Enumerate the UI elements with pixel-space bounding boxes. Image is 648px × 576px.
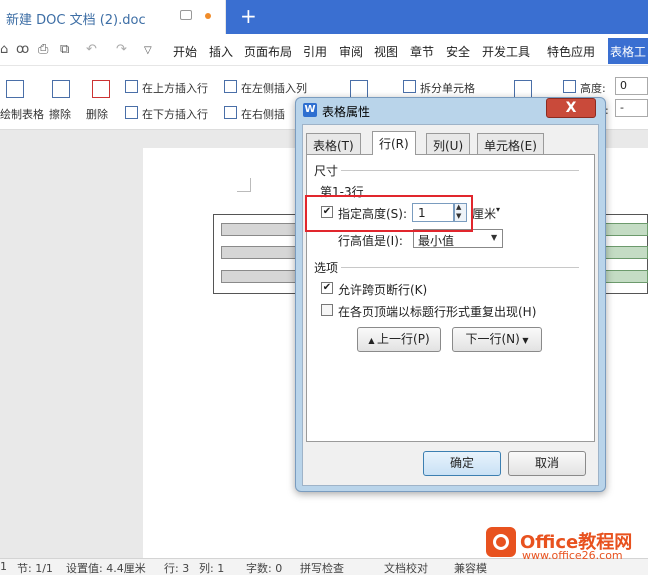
menu-item-insert[interactable]: 插入 bbox=[209, 43, 233, 60]
unit-dropdown-icon[interactable]: ▾ bbox=[496, 205, 500, 214]
status-doc-check[interactable]: 文档校对 bbox=[384, 560, 428, 576]
status-row: 行: 3 bbox=[164, 562, 190, 575]
eraser-button[interactable]: 擦除 bbox=[49, 106, 71, 122]
status-page: 1 bbox=[0, 560, 7, 573]
more-icon[interactable]: ▽ bbox=[144, 45, 152, 56]
menu-item-page-layout[interactable]: 页面布局 bbox=[244, 43, 292, 60]
tab-strip bbox=[226, 0, 648, 34]
status-setting: 设置值: 4.4厘米 bbox=[66, 562, 146, 575]
repeat-header-label: 在各页顶端以标题行形式重复出现(H) bbox=[338, 305, 537, 319]
undo-icon[interactable]: ↶ bbox=[86, 42, 97, 57]
delete-button[interactable]: 删除 bbox=[86, 106, 108, 122]
cancel-button[interactable]: 取消 bbox=[508, 451, 586, 476]
menu-item-features[interactable]: 特色应用 bbox=[547, 43, 595, 60]
dialog-title: 表格属性 bbox=[322, 105, 371, 119]
split-cells-icon[interactable] bbox=[403, 80, 416, 93]
menu-item-reference[interactable]: 引用 bbox=[303, 43, 327, 60]
menu-item-review[interactable]: 审阅 bbox=[339, 43, 363, 60]
highlight-box bbox=[305, 195, 473, 232]
allow-break-label: 允许跨页断行(K) bbox=[338, 283, 428, 297]
insert-left-button[interactable]: 在左侧插入列 bbox=[241, 80, 307, 96]
eraser-icon[interactable] bbox=[52, 80, 70, 98]
insert-above-button[interactable]: 在上方插入行 bbox=[142, 80, 208, 96]
preview-icon[interactable]: ⧉ bbox=[60, 42, 69, 57]
previous-row-button[interactable]: ▲ 上一行(P) bbox=[357, 327, 441, 352]
document-tab[interactable]: 新建 DOC 文档 (2).doc bbox=[0, 0, 226, 34]
print-icon[interactable]: ⎙ bbox=[38, 42, 48, 57]
insert-right-icon[interactable] bbox=[224, 106, 237, 119]
office-logo-ring bbox=[493, 534, 509, 550]
height-label: 高度: bbox=[580, 82, 606, 95]
draw-table-button[interactable]: 绘制表格 bbox=[0, 106, 44, 122]
menu-item-chapter[interactable]: 章节 bbox=[410, 43, 434, 60]
insert-below-icon[interactable] bbox=[125, 106, 138, 119]
section-divider bbox=[341, 267, 579, 268]
arrow-down-icon: ▼ bbox=[519, 336, 529, 345]
tab-table[interactable]: 表格(T) bbox=[306, 133, 361, 154]
status-section: 节: 1/1 bbox=[17, 562, 53, 575]
new-tab-button[interactable]: + bbox=[240, 4, 257, 28]
redo-icon[interactable]: ↷ bbox=[116, 42, 127, 57]
monitor-icon[interactable] bbox=[180, 10, 192, 20]
next-row-button[interactable]: 下一行(N) ▼ bbox=[452, 327, 542, 352]
status-column: 列: 1 bbox=[199, 562, 225, 575]
document-tab-title: 新建 DOC 文档 (2).doc bbox=[6, 13, 146, 28]
menu-item-table-tools[interactable]: 表格工 bbox=[608, 38, 648, 64]
height-input[interactable]: 0 bbox=[615, 77, 648, 95]
print-preview-icon[interactable]: ꝏ bbox=[16, 42, 29, 57]
menu-item-view[interactable]: 视图 bbox=[374, 43, 398, 60]
wps-app-icon: W bbox=[303, 103, 317, 117]
width-input[interactable]: - bbox=[615, 99, 648, 117]
save-icon[interactable]: ⌂ bbox=[0, 42, 8, 57]
insert-right-button[interactable]: 在右侧插 bbox=[241, 106, 285, 122]
margin-corner-mark bbox=[237, 178, 251, 192]
options-section-title: 选项 bbox=[314, 261, 339, 275]
menu-item-home[interactable]: 开始 bbox=[173, 43, 197, 60]
menu-item-security[interactable]: 安全 bbox=[446, 43, 470, 60]
chevron-down-icon[interactable]: ▼ bbox=[491, 233, 497, 242]
draw-table-icon[interactable] bbox=[6, 80, 24, 98]
repeat-header-checkbox[interactable] bbox=[321, 304, 333, 316]
status-spell-check[interactable]: 拼写检查 bbox=[300, 560, 344, 576]
status-word-count[interactable]: 字数: 0 bbox=[246, 560, 282, 576]
next-row-label: 下一行(N) bbox=[465, 332, 520, 346]
tab-column[interactable]: 列(U) bbox=[426, 133, 471, 154]
autofit-icon[interactable] bbox=[514, 80, 532, 98]
menu-item-developer[interactable]: 开发工具 bbox=[482, 43, 530, 60]
unsaved-dot-icon bbox=[205, 13, 211, 19]
close-button[interactable]: X bbox=[546, 98, 596, 118]
insert-above-icon[interactable] bbox=[125, 80, 138, 93]
status-compat-mode[interactable]: 兼容模 bbox=[454, 560, 487, 576]
allow-break-checkbox[interactable]: ✔ bbox=[321, 282, 333, 294]
size-section-title: 尺寸 bbox=[314, 164, 339, 178]
watermark-url: www.office26.com bbox=[522, 549, 623, 562]
section-divider bbox=[341, 170, 579, 171]
merge-cells-icon[interactable] bbox=[350, 80, 368, 98]
previous-row-label: 上一行(P) bbox=[377, 332, 430, 346]
split-cells-button[interactable]: 拆分单元格 bbox=[420, 80, 475, 96]
row-height-mode-label: 行高值是(I): bbox=[338, 234, 403, 248]
delete-icon[interactable] bbox=[92, 80, 110, 98]
insert-below-button[interactable]: 在下方插入行 bbox=[142, 106, 208, 122]
arrow-up-icon: ▲ bbox=[368, 336, 378, 345]
height-unit-select[interactable]: 厘米 bbox=[472, 205, 496, 222]
tab-cell[interactable]: 单元格(E) bbox=[477, 133, 544, 154]
tab-row[interactable]: 行(R) bbox=[372, 131, 416, 155]
ok-button[interactable]: 确定 bbox=[423, 451, 501, 476]
height-icon bbox=[563, 80, 576, 93]
insert-left-icon[interactable] bbox=[224, 80, 237, 93]
